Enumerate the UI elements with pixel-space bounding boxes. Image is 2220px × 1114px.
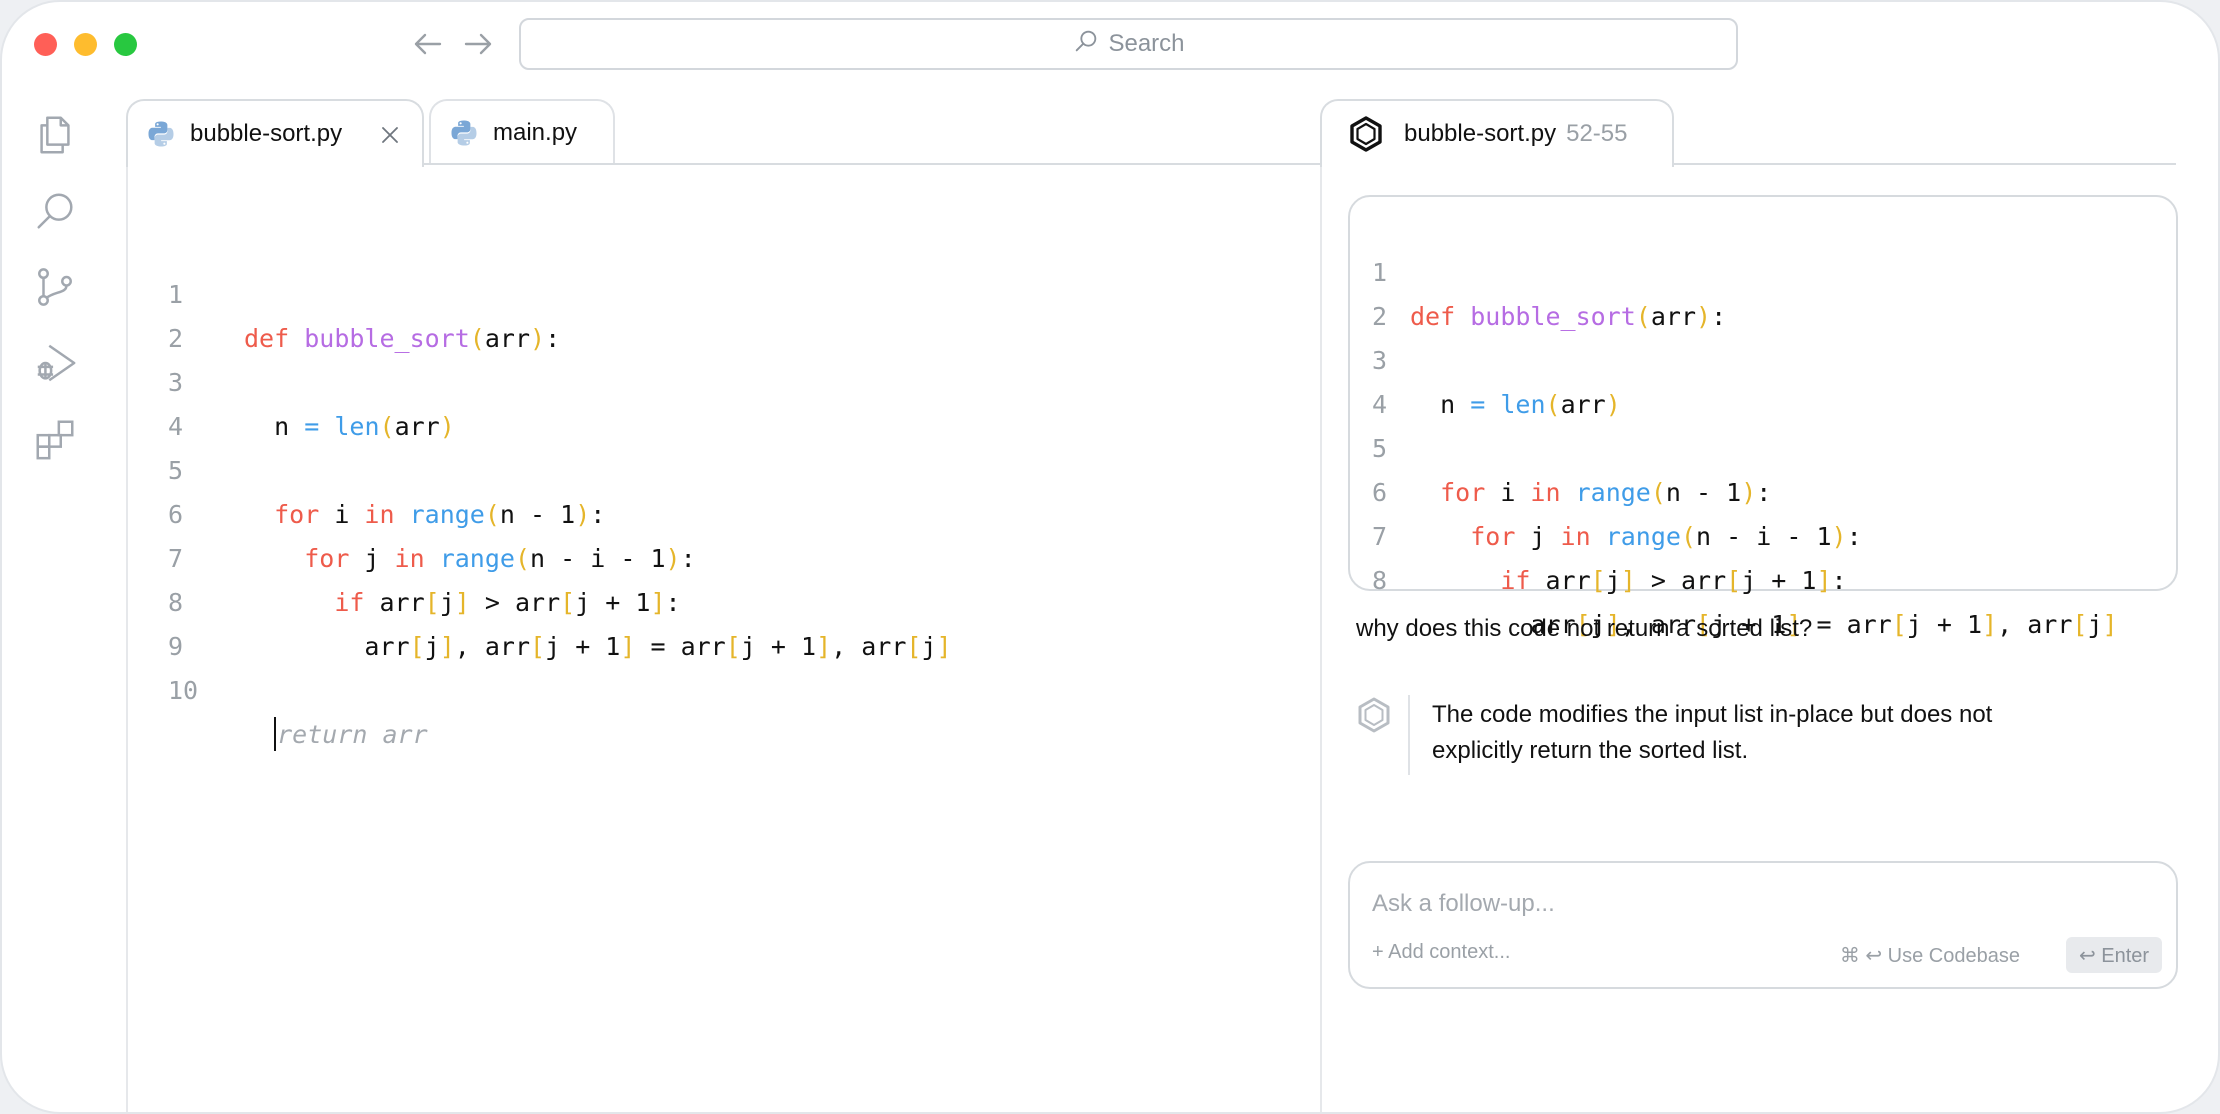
answer-divider	[1408, 695, 1410, 775]
add-context-button[interactable]: + Add context...	[1372, 941, 1510, 964]
followup-box: + Add context... ⌘ ↩ Use Codebase ↩ Ente…	[1348, 861, 2178, 989]
search-bar[interactable]: Search	[519, 18, 1738, 70]
snippet-line: 2	[1350, 251, 2176, 331]
chat-tab-divider	[1674, 163, 2176, 165]
tab-bar-divider	[424, 163, 1416, 165]
enter-button[interactable]: ↩ Enter	[2066, 937, 2162, 973]
snippet-line: 4	[1350, 339, 2176, 419]
tab-bubble-sort[interactable]: bubble-sort.py	[126, 99, 424, 167]
python-file-icon	[148, 121, 174, 147]
source-control-icon[interactable]	[32, 264, 78, 310]
assistant-avatar-icon	[1358, 697, 1390, 733]
python-file-icon	[451, 120, 477, 146]
assistant-answer: The code modifies the input list in-plac…	[1432, 701, 1993, 764]
tab-chat-context[interactable]: bubble-sort.py 52-55	[1320, 99, 1674, 167]
run-debug-icon[interactable]	[32, 340, 78, 386]
maximize-window-button[interactable]	[114, 33, 137, 56]
forward-arrow-icon[interactable]	[460, 26, 496, 62]
tab-label: main.py	[493, 119, 578, 146]
editor-pane: bubble-sort.py main.py 1 def bubble_sort…	[126, 99, 1416, 1112]
close-tab-icon[interactable]	[378, 123, 402, 147]
snippet-line: 3 n = len(arr)	[1350, 295, 2176, 419]
followup-input[interactable]	[1372, 887, 2132, 921]
snippet-line: 5 for i in range(n - 1):	[1350, 383, 2176, 507]
code-line[interactable]: 10 return arr	[128, 625, 1292, 751]
text-cursor	[274, 717, 277, 751]
extensions-icon[interactable]	[32, 416, 78, 462]
tab-label: bubble-sort.py	[190, 120, 343, 147]
files-icon[interactable]	[32, 112, 78, 158]
snippet-line: 7 if arr[j] > arr[j + 1]:	[1350, 471, 2176, 595]
code-line[interactable]: 5 for i in range(n - 1):	[128, 405, 1292, 529]
line-number: 8	[1372, 566, 1388, 595]
snippet-line: 6 for j in range(n - i - 1):	[1350, 427, 2176, 551]
ghost-suggestion[interactable]: return arr	[277, 720, 428, 749]
search-placeholder: Search	[1108, 30, 1185, 57]
back-arrow-icon[interactable]	[410, 26, 446, 62]
chat-tab-file: bubble-sort.py	[1404, 120, 1557, 147]
snippet-line: 1 def bubble_sort(arr):	[1350, 207, 2176, 331]
snippet-line: 8 arr[j], arr[j + 1] = arr[j + 1], arr[j…	[1350, 515, 2176, 639]
code-snippet[interactable]: 1 def bubble_sort(arr): 2 3 n = len(arr)…	[1348, 195, 2178, 639]
assistant-logo-icon	[1350, 116, 1382, 152]
tab-main[interactable]: main.py	[429, 99, 615, 165]
chat-pane: bubble-sort.py 52-55 1 def bubble_sort(a…	[1320, 99, 2218, 1112]
close-window-button[interactable]	[34, 33, 57, 56]
user-question: why does this code not return a sorted l…	[1356, 615, 1813, 642]
code-line[interactable]: 7 if arr[j] > arr[j + 1]:	[128, 493, 1292, 617]
search-icon	[1072, 27, 1100, 62]
code-line[interactable]: 1 def bubble_sort(arr):	[128, 229, 1292, 353]
use-codebase-button[interactable]: ⌘ ↩ Use Codebase	[1840, 943, 2020, 968]
code-line[interactable]: 2	[128, 273, 1292, 353]
code-line[interactable]: 6 for j in range(n - i - 1):	[128, 449, 1292, 573]
code-line[interactable]: 3 n = len(arr)	[128, 317, 1292, 441]
search-icon[interactable]	[32, 188, 78, 234]
line-number: 10	[168, 676, 199, 705]
minimize-window-button[interactable]	[74, 33, 97, 56]
app-window: Search bubble-sort.py main.py 1 def bubb…	[0, 0, 2220, 1114]
code-line[interactable]: 8 arr[j], arr[j + 1] = arr[j + 1], arr[j…	[128, 537, 1292, 661]
chat-tab-range: 52-55	[1566, 120, 1628, 147]
code-line[interactable]: 4	[128, 361, 1292, 441]
code-line[interactable]: 9	[128, 581, 1292, 661]
